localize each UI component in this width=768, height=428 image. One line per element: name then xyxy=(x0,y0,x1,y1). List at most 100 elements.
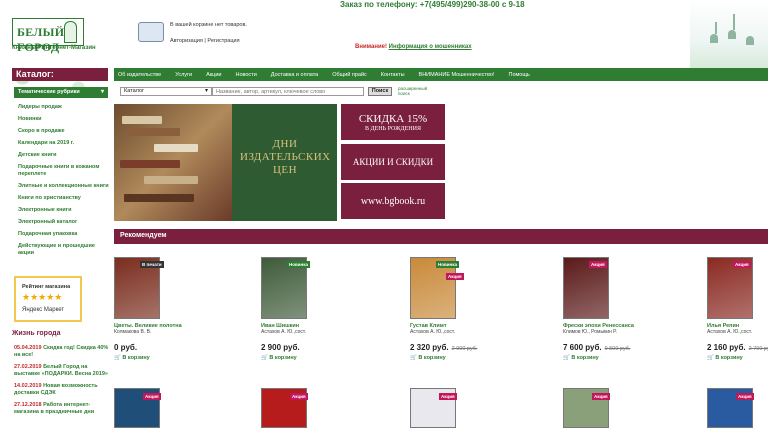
book-cover[interactable]: Акция xyxy=(114,388,161,428)
price-old: 2 900 руб. xyxy=(451,346,478,352)
fraud-link[interactable]: Информация о мошенниках xyxy=(389,44,472,50)
catalog-heading: Каталог: xyxy=(12,68,108,81)
news-date: 05.04.2019 xyxy=(14,345,42,351)
category-list: Лидеры продаж Новинки Скоро в продаже Ка… xyxy=(18,104,110,262)
category-item[interactable]: Подарочные книги в кожаном переплете xyxy=(18,164,110,178)
register-link[interactable]: Регистрация xyxy=(207,38,239,44)
product-badge: Акция xyxy=(592,393,610,400)
nav-fraud[interactable]: ВНИМАНИЕ Мошенничество! xyxy=(419,72,495,78)
book-cover[interactable]: Акция xyxy=(563,388,610,428)
category-item[interactable]: Подарочная упаковка xyxy=(18,231,110,238)
book-cover[interactable]: Акция xyxy=(707,388,754,428)
category-item[interactable]: Лидеры продаж xyxy=(18,104,110,111)
login-link[interactable]: Авторизация xyxy=(170,38,203,44)
star-icon: ★★★★★ xyxy=(22,292,63,302)
nav-promos[interactable]: Акции xyxy=(206,72,221,78)
promo-banner[interactable]: ДНИ ИЗДАТЕЛЬСКИХ ЦЕН xyxy=(114,104,337,221)
news-date: 14.02.2019 xyxy=(14,383,42,389)
product-badge: Новинка xyxy=(287,261,311,268)
price-old: 9 500 руб. xyxy=(604,346,631,352)
site-url-banner[interactable]: www.bgbook.ru xyxy=(341,183,445,219)
product-badge: Акция xyxy=(736,393,754,400)
product-author: Астахов А. Ю.,сост. xyxy=(261,329,307,335)
nav-about[interactable]: Об издательстве xyxy=(118,72,161,78)
auth-links: Авторизация | Регистрация xyxy=(170,38,240,44)
category-item[interactable]: Электронный каталог xyxy=(18,219,110,226)
book-cover[interactable]: Акция xyxy=(410,388,457,428)
product-author: Астахов А. Ю.,сост. xyxy=(707,329,753,335)
search-input[interactable] xyxy=(212,87,364,96)
category-item[interactable]: Детские книги xyxy=(18,152,110,159)
category-item[interactable]: Скоро в продаже xyxy=(18,128,110,135)
product-price: 0 руб. xyxy=(114,343,137,352)
product-badge: В печати xyxy=(140,261,164,268)
price-current: 0 руб. xyxy=(114,343,138,352)
cart-icon[interactable] xyxy=(138,22,164,42)
add-to-cart-button[interactable]: 🛒 В корзину xyxy=(114,355,150,361)
fraud-warning: Внимание! xyxy=(355,44,387,50)
nav-pricelist[interactable]: Общий прайс xyxy=(332,72,367,78)
product-badge: Акция xyxy=(446,273,464,280)
product-price: 2 160 руб.2 700 руб. xyxy=(707,343,768,352)
price-old: 2 700 руб. xyxy=(748,346,768,352)
site-logo[interactable]: БЕЛЫЙ ГОРОД xyxy=(12,18,84,54)
news-item[interactable]: 27.02.2019 Белый Город на выставке «ПОДА… xyxy=(14,364,110,377)
promos-banner[interactable]: АКЦИИ И СКИДКИ xyxy=(341,144,445,180)
market-label: Яндекс Маркет xyxy=(22,307,65,313)
product-badge: Акция xyxy=(290,393,308,400)
category-item[interactable]: Электронные книги xyxy=(18,207,110,214)
add-to-cart-button[interactable]: 🛒 В корзину xyxy=(261,355,297,361)
cart-label: В корзину xyxy=(715,355,743,361)
category-item[interactable]: Элитные и коллекционные книги xyxy=(18,183,110,190)
promo-subtitle: В ДЕНЬ РОЖДЕНИЯ xyxy=(365,125,421,132)
book-cover[interactable]: Акция xyxy=(261,388,308,428)
nav-services[interactable]: Услуги xyxy=(175,72,192,78)
product-badge: Акция xyxy=(439,393,457,400)
nav-delivery[interactable]: Доставка и оплата xyxy=(271,72,318,78)
category-item[interactable]: Новинки xyxy=(18,116,110,123)
cart-label: В корзину xyxy=(571,355,599,361)
product-price: 2 900 руб. xyxy=(261,343,300,352)
product-author: Климов Ю., Ромыкин Р. xyxy=(563,329,617,335)
news-item[interactable]: 05.04.2019 Скидка год! Скидка 40% на все… xyxy=(14,345,110,358)
category-dropdown[interactable]: Тематические рубрики xyxy=(14,87,108,98)
birthday-discount-banner[interactable]: СКИДКА 15% В ДЕНЬ РОЖДЕНИЯ xyxy=(341,104,445,140)
cart-label: В корзину xyxy=(418,355,446,361)
news-date: 27.12.2018 xyxy=(14,402,42,408)
price-current: 2 160 руб. xyxy=(707,343,746,352)
news-item[interactable]: 27.12.2018 Работа интернет-магазина в пр… xyxy=(14,402,110,415)
nav-help[interactable]: Помощь xyxy=(508,72,529,78)
product-badge: Акция xyxy=(143,393,161,400)
nav-contacts[interactable]: Контакты xyxy=(381,72,405,78)
product-price: 2 320 руб. 2 900 руб. xyxy=(410,343,477,352)
category-item[interactable]: Действующие и прошедшие акции xyxy=(18,243,110,257)
add-to-cart-button[interactable]: 🛒 В корзину xyxy=(410,355,446,361)
fraud-notice: Внимание! Информация о мошенниках xyxy=(355,44,472,50)
product-author: Астахов А. Ю.,сост. xyxy=(410,329,456,335)
search-button[interactable]: Поиск xyxy=(368,87,392,96)
rating-widget[interactable]: Рейтинг магазина ★★★★★ Яндекс Маркет xyxy=(14,276,82,322)
rating-title: Рейтинг магазина xyxy=(22,284,71,290)
phone-info: Заказ по телефону: +7(495/499)290-38-00 … xyxy=(340,0,525,9)
product-badge: Новинка xyxy=(436,261,460,268)
kremlin-decoration xyxy=(690,0,768,68)
cart-label: В корзину xyxy=(122,355,150,361)
cart-status: В вашей корзине нет товаров. xyxy=(170,22,247,28)
site-tagline: Книжный Интернет-Магазин xyxy=(12,45,96,51)
product-badge: Акция xyxy=(733,261,751,268)
news-heading: Жизнь города xyxy=(12,330,61,337)
product-author: Колмакова В. В. xyxy=(114,329,152,335)
category-item[interactable]: Календари на 2019 г. xyxy=(18,140,110,147)
banner-text: ДНИ ИЗДАТЕЛЬСКИХ ЦЕН xyxy=(240,138,331,176)
price-current: 2 900 руб. xyxy=(261,343,300,352)
news-date: 27.02.2019 xyxy=(14,364,42,370)
advanced-search-link[interactable]: расширенный поиск xyxy=(398,86,434,96)
search-scope-select[interactable]: Каталог xyxy=(120,87,212,96)
product-badge: Акция xyxy=(589,261,607,268)
add-to-cart-button[interactable]: 🛒 В корзину xyxy=(707,355,743,361)
nav-news[interactable]: Новости xyxy=(235,72,256,78)
category-item[interactable]: Книги по христианству xyxy=(18,195,110,202)
add-to-cart-button[interactable]: 🛒 В корзину xyxy=(563,355,599,361)
news-item[interactable]: 14.02.2019 Новая возможность доставки СД… xyxy=(14,383,110,396)
price-current: 2 320 руб. xyxy=(410,343,449,352)
